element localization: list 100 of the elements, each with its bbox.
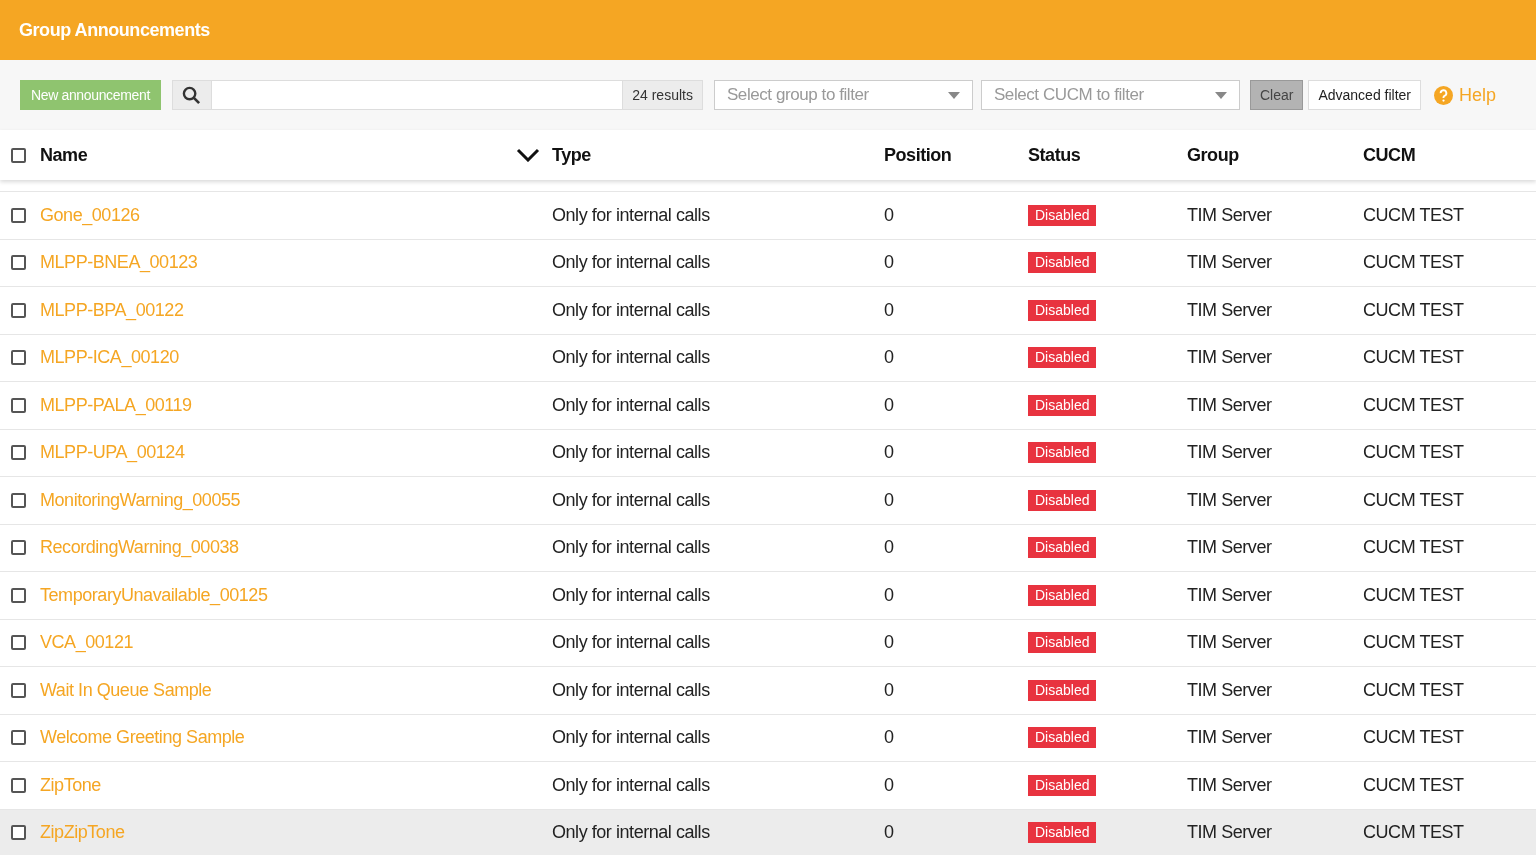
table-cell-text: TIM Server [1187, 298, 1272, 322]
table-cell-text: Only for internal calls [552, 678, 710, 702]
column-header[interactable]: CUCM [1363, 141, 1524, 169]
checkbox[interactable] [11, 825, 26, 841]
checkbox[interactable] [11, 350, 26, 366]
table-cell-text: 0 [884, 583, 894, 607]
checkbox[interactable] [11, 397, 26, 413]
table-cell-text: 0 [884, 631, 894, 655]
table-cell-text: CUCM TEST [1363, 631, 1464, 655]
table-cell-text: Only for internal calls [552, 488, 710, 512]
status-badge: Disabled [1028, 632, 1097, 654]
table-cell-text: CUCM TEST [1363, 488, 1464, 512]
checkbox[interactable] [11, 302, 26, 318]
table-cell-text: Only for internal calls [552, 298, 710, 322]
table-cell-text: TIM Server [1187, 583, 1272, 607]
table-cell-text: 0 [884, 298, 894, 322]
table-cell-text: TIM Server [1187, 773, 1272, 797]
column-header[interactable]: Status [1028, 141, 1175, 169]
table-cell-text: 0 [884, 251, 894, 275]
status-badge: Disabled [1028, 299, 1097, 321]
table-cell-text: CUCM TEST [1363, 393, 1464, 417]
table-cell-text: Only for internal calls [552, 631, 710, 655]
table-cell-text: CUCM TEST [1363, 346, 1464, 370]
table-cell-text: Only for internal calls [552, 821, 710, 845]
column-header[interactable]: Type [552, 141, 872, 169]
table-cell-text: 0 [884, 441, 894, 465]
table-cell-text: TIM Server [1187, 251, 1272, 275]
table-cell-text: 0 [884, 726, 894, 750]
table-cell-text: TIM Server [1187, 726, 1272, 750]
checkbox[interactable] [11, 492, 26, 508]
status-badge: Disabled [1028, 584, 1097, 606]
status-badge: Disabled [1028, 394, 1097, 416]
table-cell-text: Only for internal calls [552, 441, 710, 465]
page-title: Group Announcements [19, 18, 210, 42]
table-cell-text: 0 [884, 536, 894, 560]
status-badge: Disabled [1028, 822, 1097, 844]
table-cell-text: CUCM TEST [1363, 203, 1464, 227]
table-row[interactable]: ZipZipTone Only for internal calls 0 Disabled TIM Server CUCM TEST [0, 808, 1536, 855]
table-cell-text: CUCM TEST [1363, 251, 1464, 275]
status-badge: Disabled [1028, 727, 1097, 749]
table-cell-text: Only for internal calls [552, 346, 710, 370]
clear-button[interactable]: Clear [1249, 80, 1304, 110]
status-badge: Disabled [1028, 489, 1097, 511]
checkbox[interactable] [11, 445, 26, 461]
status-badge: Disabled [1028, 537, 1097, 559]
search-field[interactable]: 24 results [171, 80, 703, 110]
status-badge: Disabled [1028, 252, 1097, 274]
status-badge: Disabled [1028, 774, 1097, 796]
table-cell-text: 0 [884, 346, 894, 370]
column-header[interactable]: Position [884, 141, 1016, 169]
checkbox[interactable] [11, 777, 26, 793]
table-cell-text: Only for internal calls [552, 583, 710, 607]
checkbox[interactable] [11, 730, 26, 746]
table-cell-text: 0 [884, 678, 894, 702]
table-cell-text: 0 [884, 393, 894, 417]
table-cell-text: CUCM TEST [1363, 536, 1464, 560]
table-cell-text: 0 [884, 488, 894, 512]
caret-icon [1214, 91, 1227, 99]
table-cell-text: TIM Server [1187, 678, 1272, 702]
checkbox[interactable] [11, 540, 26, 556]
table-cell-text: TIM Server [1187, 393, 1272, 417]
table-cell-text: TIM Server [1187, 631, 1272, 655]
table-cell-text: TIM Server [1187, 441, 1272, 465]
caret-icon [947, 91, 960, 99]
table-cell-text: CUCM TEST [1363, 441, 1464, 465]
checkbox[interactable] [11, 147, 26, 163]
table-cell-text: Only for internal calls [552, 726, 710, 750]
column-header[interactable]: Name [40, 141, 540, 169]
table-cell-text: 0 [884, 203, 894, 227]
result-count: 24 results [622, 81, 702, 109]
checkbox[interactable] [11, 207, 26, 223]
table-cell-text: CUCM TEST [1363, 298, 1464, 322]
column-header[interactable]: Group [1187, 141, 1351, 169]
table-cell-text: TIM Server [1187, 346, 1272, 370]
sort-chevron-icon[interactable] [516, 148, 540, 162]
checkbox[interactable] [11, 635, 26, 651]
table-cell-text: 0 [884, 773, 894, 797]
table-cell-text: CUCM TEST [1363, 583, 1464, 607]
status-badge: Disabled [1028, 679, 1097, 701]
table-cell-text: TIM Server [1187, 536, 1272, 560]
table-cell-text: 0 [884, 821, 894, 845]
table-cell-text: Only for internal calls [552, 251, 710, 275]
table-cell-text: TIM Server [1187, 203, 1272, 227]
table-cell-text: TIM Server [1187, 488, 1272, 512]
checkbox[interactable] [11, 255, 26, 271]
table-cell-text: CUCM TEST [1363, 773, 1464, 797]
checkbox[interactable] [11, 682, 26, 698]
table-cell-text: TIM Server [1187, 821, 1272, 845]
help-icon [1433, 85, 1453, 105]
advanced-filter-button[interactable]: Advanced filter [1308, 80, 1421, 110]
status-badge: Disabled [1028, 442, 1097, 464]
checkbox[interactable] [11, 587, 26, 603]
table-cell-text: Only for internal calls [552, 536, 710, 560]
table-cell-text: Only for internal calls [552, 203, 710, 227]
table-cell-text: Only for internal calls [552, 393, 710, 417]
table-cell-text: Only for internal calls [552, 773, 710, 797]
search-icon [182, 85, 202, 105]
status-badge: Disabled [1028, 347, 1097, 369]
table-cell-text: CUCM TEST [1363, 726, 1464, 750]
table-cell-text: CUCM TEST [1363, 821, 1464, 845]
